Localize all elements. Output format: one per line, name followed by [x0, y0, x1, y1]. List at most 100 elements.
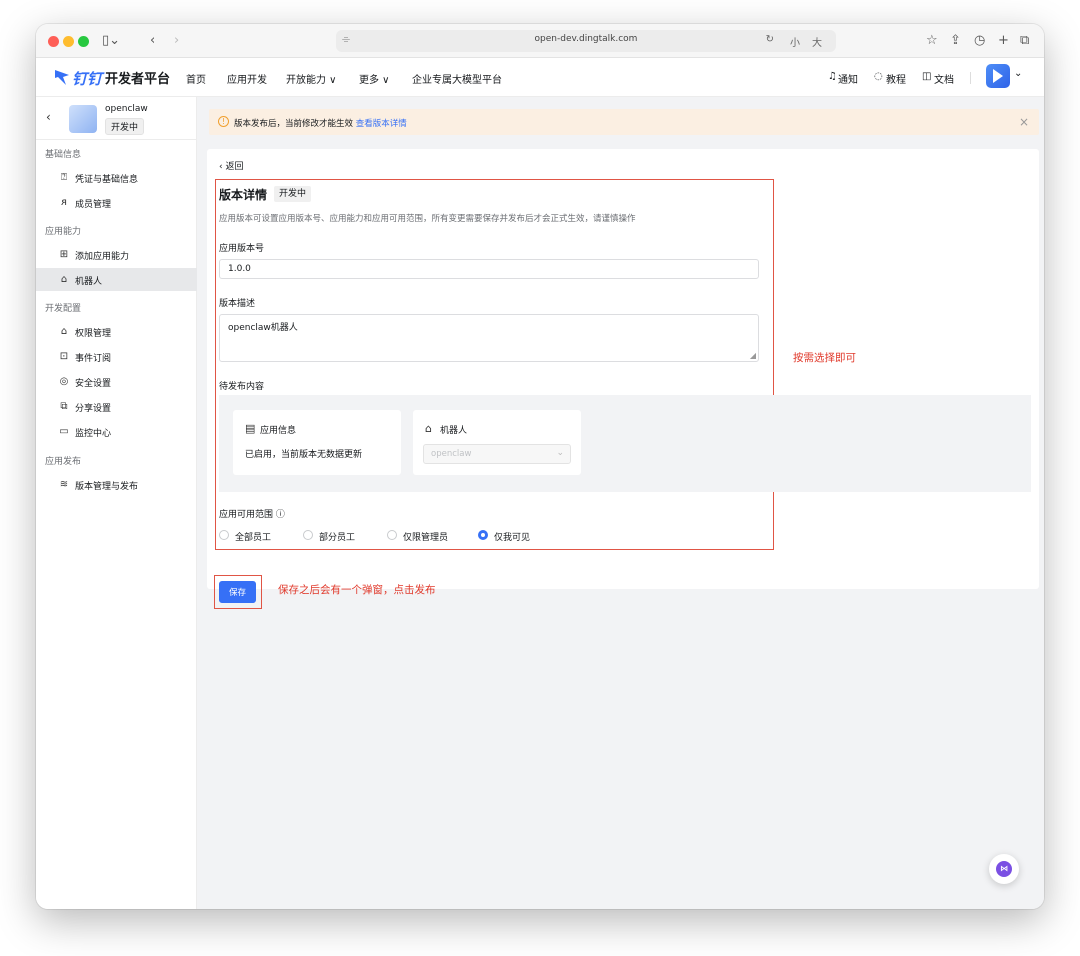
key-card-icon: ⍰: [61, 172, 67, 183]
bell-icon[interactable]: ♫: [828, 71, 837, 82]
sidebar-item-robot[interactable]: ⌂ 机器人: [36, 268, 197, 291]
address-bar[interactable]: ⌯ open-dev.dingtalk.com ↻ 小 大: [336, 30, 836, 52]
sidebar-item-monitor[interactable]: ▭ 监控中心: [36, 420, 197, 443]
sidebar-item-version-release[interactable]: ≋ 版本管理与发布: [36, 473, 197, 496]
nav-home[interactable]: 首页: [186, 71, 206, 86]
logo-text[interactable]: 钉钉: [72, 68, 102, 89]
section-app-release: 应用发布: [45, 457, 82, 467]
avatar[interactable]: [986, 64, 1010, 88]
version-detail-card: ‹ 返回 版本详情 开发中 应用版本可设置应用版本号、应用能力和应用可用范围，所…: [207, 149, 1039, 589]
app-thumbnail: [69, 105, 97, 133]
radio-circle: [303, 530, 313, 540]
page-title: 版本详情: [219, 188, 268, 202]
notify-link[interactable]: 通知: [838, 71, 858, 86]
version-input[interactable]: 1.0.0: [219, 259, 759, 279]
nav-app-dev[interactable]: 应用开发: [227, 71, 267, 86]
shield-icon: ◎: [59, 376, 69, 387]
sidebar-item-label: 添加应用能力: [75, 252, 130, 262]
nav-open-capability[interactable]: 开放能力 ∨: [286, 71, 337, 86]
radio-some-employees[interactable]: 部分员工: [303, 529, 373, 543]
dingtalk-logo-icon: [55, 70, 69, 85]
share-icon: ⧉: [60, 401, 68, 412]
tabs-overview-icon[interactable]: ⧉: [1020, 31, 1029, 51]
monitor-icon: ▭: [59, 426, 69, 437]
section-dev-config: 开发配置: [45, 304, 82, 314]
browser-window: ▯⌄ ‹ › ⌯ open-dev.dingtalk.com ↻ 小 大 ☆ ⇪…: [36, 24, 1044, 909]
nav-more[interactable]: 更多 ∨: [359, 71, 390, 86]
radio-label: 全部员工: [235, 533, 272, 543]
tutorial-link[interactable]: 教程: [886, 71, 906, 86]
app-info-card: ▤ 应用信息 已启用，当前版本无数据更新: [233, 410, 401, 475]
radio-only-me[interactable]: 仅我可见: [478, 529, 548, 543]
view-version-link[interactable]: 查看版本详情: [356, 119, 407, 129]
lock-icon: ⌂: [60, 326, 68, 337]
desc-label: 版本描述: [219, 299, 256, 309]
radio-admins-only[interactable]: 仅限管理员: [387, 529, 467, 543]
sidebar-item-events[interactable]: ⊡ 事件订阅: [36, 345, 197, 368]
pending-label: 待发布内容: [219, 382, 265, 392]
desc-textarea[interactable]: openclaw机器人 ◢: [219, 314, 759, 362]
chat-bot-icon: ⋈: [996, 861, 1012, 877]
event-icon: ⊡: [59, 351, 69, 362]
docs-icon[interactable]: ◫: [922, 71, 931, 82]
annotation-highlight-box: [215, 179, 774, 550]
page-description: 应用版本可设置应用版本号、应用能力和应用可用范围，所有变更需要保存并发布后才会正…: [219, 214, 636, 224]
section-basic-info: 基础信息: [45, 150, 82, 160]
robot-icon: ⌂: [425, 422, 432, 435]
font-small-button[interactable]: 小: [790, 34, 800, 49]
back-label: 返回: [225, 162, 244, 172]
resize-grip-icon[interactable]: ◢: [750, 351, 756, 360]
tutorial-icon[interactable]: ◌: [874, 71, 883, 82]
user-icon: ᴙ: [60, 197, 67, 208]
new-tab-icon[interactable]: +: [998, 31, 1009, 51]
minimize-window-button[interactable]: [63, 36, 74, 47]
robot-card-title: 机器人: [440, 426, 468, 436]
close-icon[interactable]: ×: [1019, 115, 1029, 129]
font-large-button[interactable]: 大: [812, 34, 822, 49]
robot-select[interactable]: openclaw ⌄: [423, 444, 571, 464]
app-info-title: 应用信息: [260, 426, 297, 436]
app-info-body: 已启用，当前版本无数据更新: [245, 450, 363, 460]
sidebar-item-label: 监控中心: [75, 429, 112, 439]
history-icon[interactable]: ◷: [974, 31, 985, 51]
warning-icon: !: [218, 116, 229, 127]
docs-link[interactable]: 文档: [934, 71, 954, 86]
app-card: ‹ openclaw 开发中: [36, 97, 197, 140]
app-status-badge: 开发中: [105, 118, 145, 135]
app-header: 钉钉 开发者平台 首页 应用开发 开放能力 ∨ 更多 ∨ 企业专属大模型平台 ♫…: [36, 58, 1044, 97]
sidebar-item-permissions[interactable]: ⌂ 权限管理: [36, 320, 197, 343]
sidebar-item-label: 安全设置: [75, 379, 112, 389]
chat-assistant-button[interactable]: ⋈: [989, 854, 1019, 884]
close-window-button[interactable]: [48, 36, 59, 47]
brand-title[interactable]: 开发者平台: [105, 68, 170, 87]
sidebar-item-credentials[interactable]: ⍰ 凭证与基础信息: [36, 166, 197, 189]
back-chevron-icon[interactable]: ‹: [46, 110, 51, 124]
app-name: openclaw: [105, 104, 148, 114]
sidebar-item-label: 成员管理: [75, 200, 112, 210]
sidebar-item-members[interactable]: ᴙ 成员管理: [36, 191, 197, 214]
sidebar-item-label: 机器人: [75, 277, 103, 287]
robot-card: ⌂ 机器人 openclaw ⌄: [413, 410, 581, 475]
sidebar-item-label: 权限管理: [75, 329, 112, 339]
avatar-caret-icon[interactable]: ⌄: [1014, 68, 1022, 79]
maximize-window-button[interactable]: [78, 36, 89, 47]
sidebar-item-sharing[interactable]: ⧉ 分享设置: [36, 395, 197, 418]
reload-icon[interactable]: ↻: [766, 34, 774, 45]
back-arrow-icon[interactable]: ‹: [150, 31, 155, 51]
sidebar-item-add-capability[interactable]: ⊞ 添加应用能力: [36, 243, 197, 266]
save-button[interactable]: 保存: [219, 581, 256, 603]
radio-all-employees[interactable]: 全部员工: [219, 529, 289, 543]
nav-enterprise-llm[interactable]: 企业专属大模型平台: [412, 71, 502, 86]
sidebar-item-security[interactable]: ◎ 安全设置: [36, 370, 197, 393]
sidebar-item-label: 分享设置: [75, 404, 112, 414]
banner-text: 版本发布后，当前修改才能生效 查看版本详情: [234, 117, 407, 129]
version-label: 应用版本号: [219, 244, 265, 254]
sidebar-item-label: 事件订阅: [75, 354, 112, 364]
share-icon[interactable]: ⇪: [950, 31, 961, 51]
status-badge: 开发中: [274, 186, 312, 202]
sidebar-toggle-icon[interactable]: ▯⌄: [102, 31, 120, 51]
forward-arrow-icon[interactable]: ›: [174, 31, 179, 51]
bookmark-star-icon[interactable]: ☆: [926, 31, 938, 51]
back-link[interactable]: ‹ 返回: [219, 159, 243, 172]
sidebar: ‹ openclaw 开发中 基础信息 ⍰ 凭证与基础信息 ᴙ 成员管理 应用能…: [36, 97, 197, 909]
